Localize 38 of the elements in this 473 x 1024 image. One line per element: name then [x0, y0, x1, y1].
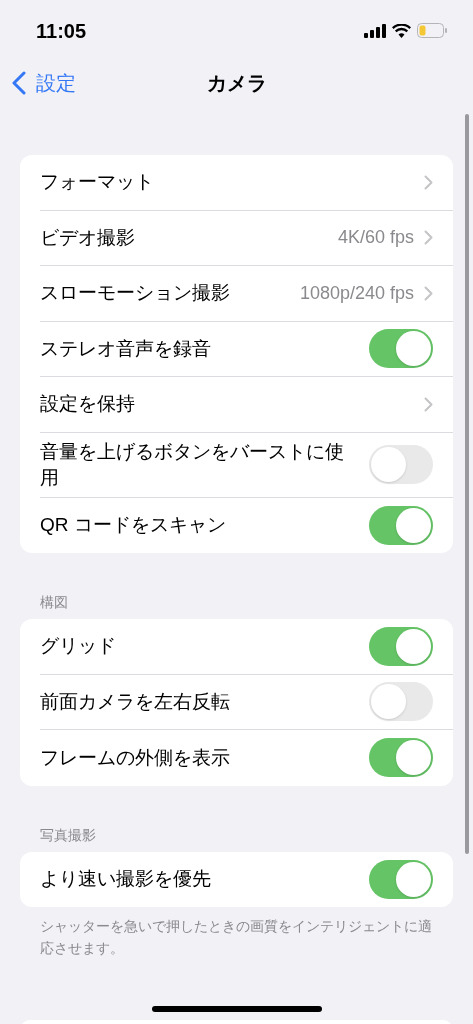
settings-row[interactable]: 設定を保持: [20, 377, 453, 433]
signal-icon: [364, 23, 386, 38]
row-label: ビデオ撮影: [40, 225, 136, 250]
status-time: 11:05: [36, 18, 87, 44]
chevron-icon: [424, 396, 433, 412]
toggle-switch[interactable]: [369, 738, 433, 778]
chevron-icon: [424, 230, 433, 246]
toggle-switch[interactable]: [369, 626, 433, 666]
back-button[interactable]: 設定: [0, 68, 76, 98]
toggle-switch[interactable]: [369, 505, 433, 545]
chevron-icon: [424, 174, 433, 190]
row-label: ステレオ音声を録音: [40, 336, 212, 361]
toggle-switch[interactable]: [369, 859, 433, 899]
row-label: グリッド: [40, 634, 117, 659]
section-header: 写真撮影: [39, 825, 97, 845]
row-label: スローモーション撮影: [40, 281, 231, 306]
toggle-switch[interactable]: [369, 329, 433, 369]
row-label: フォーマット: [40, 170, 155, 195]
row-label: 音量を上げるボタンをバーストに使用: [40, 439, 345, 490]
toggle-switch[interactable]: [369, 445, 433, 484]
back-chevron-icon: [12, 71, 26, 95]
section-footer: シャッターを急いで押したときの画質をインテリジェントに適応させます。: [0, 907, 473, 959]
chevron-icon: [424, 285, 433, 301]
row-label: 設定を保持: [40, 392, 136, 417]
row-label: QR コードをスキャン: [40, 513, 227, 538]
settings-row[interactable]: スローモーション撮影 1080p/240 fps: [20, 266, 453, 322]
row-value: 4K/60 fps: [337, 226, 414, 250]
toggle-switch[interactable]: [369, 682, 433, 722]
wifi-icon: [392, 23, 411, 38]
row-value: 1080p/240 fps: [299, 281, 414, 305]
nav-title: カメラ: [206, 71, 267, 96]
section-header: 構図: [39, 593, 69, 612]
row-label: より速い撮影を優先: [40, 867, 212, 892]
settings-row[interactable]: ビデオ撮影 4K/60 fps: [20, 210, 453, 266]
row-label: 前面カメラを左右反転: [40, 689, 231, 714]
settings-row[interactable]: フォーマット: [20, 155, 453, 211]
row-label: フレームの外側を表示: [40, 745, 231, 770]
battery-icon: [417, 23, 447, 38]
